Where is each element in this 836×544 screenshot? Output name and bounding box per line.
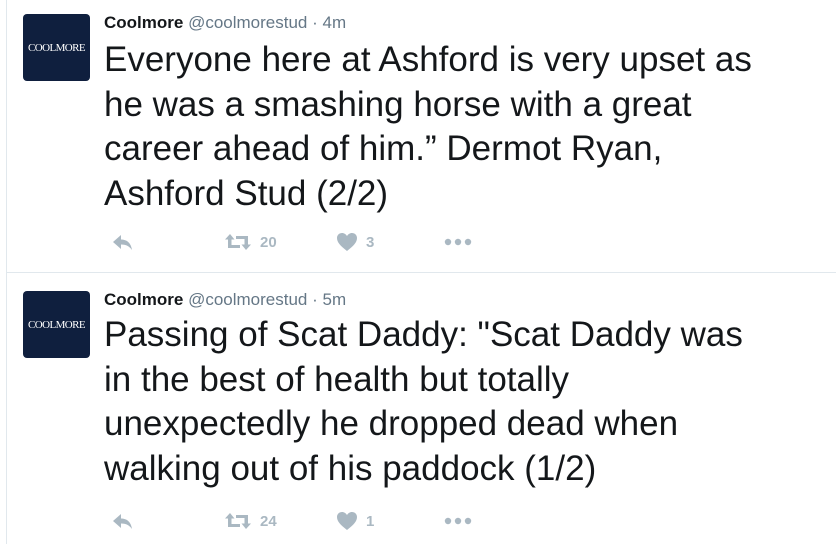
timeline: COOLMORE Coolmore @coolmorestud · 4m Eve… bbox=[6, 0, 836, 544]
reply-icon bbox=[113, 235, 132, 250]
tweet-text: Passing of Scat Daddy: "Scat Daddy was i… bbox=[104, 315, 743, 488]
like-count: 3 bbox=[366, 233, 375, 251]
tweet-actions: 24 1 bbox=[104, 509, 524, 533]
retweet-count: 24 bbox=[260, 512, 277, 530]
heart-icon bbox=[337, 512, 357, 530]
author-handle[interactable]: @coolmorestud bbox=[188, 13, 307, 32]
avatar-logo-text: COOLMORE bbox=[28, 318, 86, 331]
more-button[interactable] bbox=[444, 230, 472, 254]
tweet-header: Coolmore @coolmorestud · 4m bbox=[104, 13, 346, 33]
author-name[interactable]: Coolmore bbox=[104, 290, 183, 309]
tweet-header: Coolmore @coolmorestud · 5m bbox=[104, 290, 346, 310]
tweet[interactable]: COOLMORE Coolmore @coolmorestud · 5m Pas… bbox=[7, 273, 836, 544]
reply-icon bbox=[113, 514, 132, 529]
avatar[interactable]: COOLMORE bbox=[23, 291, 90, 358]
retweet-icon bbox=[225, 234, 251, 250]
tweet-text: Everyone here at Ashford is very upset a… bbox=[104, 40, 752, 213]
reply-button[interactable] bbox=[112, 230, 134, 254]
more-button[interactable] bbox=[444, 509, 472, 533]
heart-icon bbox=[337, 233, 357, 251]
like-count: 1 bbox=[366, 512, 375, 530]
avatar[interactable]: COOLMORE bbox=[23, 14, 90, 81]
tweet-timestamp[interactable]: · 4m bbox=[312, 13, 346, 32]
author-handle[interactable]: @coolmorestud bbox=[188, 290, 307, 309]
author-name[interactable]: Coolmore bbox=[104, 13, 183, 32]
more-icon bbox=[444, 238, 472, 246]
tweet-timestamp[interactable]: · 5m bbox=[312, 290, 346, 309]
retweet-button[interactable]: 20 bbox=[224, 230, 277, 254]
tweet[interactable]: COOLMORE Coolmore @coolmorestud · 4m Eve… bbox=[7, 0, 836, 273]
retweet-icon bbox=[225, 513, 251, 529]
like-button[interactable]: 1 bbox=[336, 509, 374, 533]
tweet-actions: 20 3 bbox=[104, 230, 524, 254]
like-button[interactable]: 3 bbox=[336, 230, 374, 254]
reply-button[interactable] bbox=[112, 509, 134, 533]
retweet-count: 20 bbox=[260, 233, 277, 251]
retweet-button[interactable]: 24 bbox=[224, 509, 277, 533]
more-icon bbox=[444, 517, 472, 525]
avatar-logo-text: COOLMORE bbox=[28, 41, 86, 54]
